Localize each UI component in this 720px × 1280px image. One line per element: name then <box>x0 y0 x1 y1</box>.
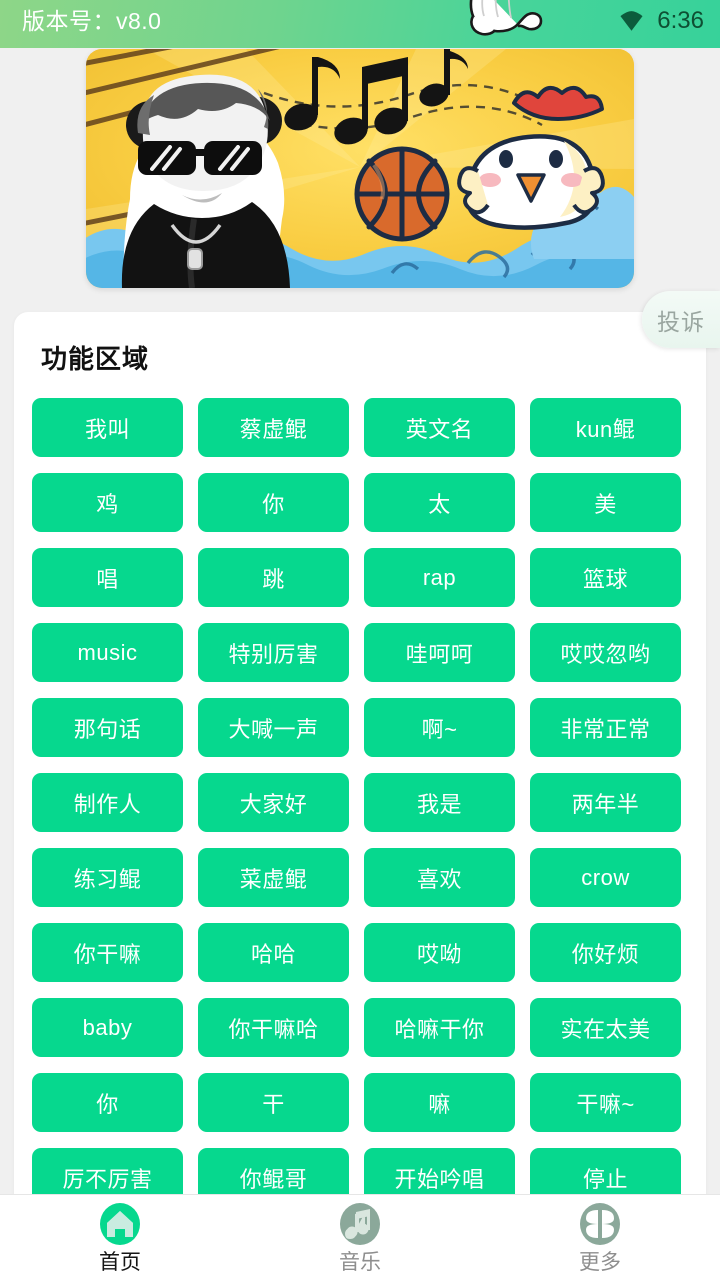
function-button[interactable]: 你好烦 <box>530 923 681 982</box>
function-button[interactable]: 你鲲哥 <box>198 1148 349 1194</box>
function-button[interactable]: 那句话 <box>32 698 183 757</box>
function-button[interactable]: 非常正常 <box>530 698 681 757</box>
function-button[interactable]: 实在太美 <box>530 998 681 1057</box>
function-button[interactable]: 哇呵呵 <box>364 623 515 682</box>
clock-label: 6:36 <box>657 7 704 34</box>
nav-label-music: 音乐 <box>339 1250 381 1274</box>
function-button[interactable]: crow <box>530 848 681 907</box>
nav-label-more: 更多 <box>579 1250 621 1274</box>
function-button[interactable]: 唱 <box>32 548 183 607</box>
banner-artwork <box>86 49 634 288</box>
version-label: 版本号：v8.0 <box>22 8 162 34</box>
function-button[interactable]: 跳 <box>198 548 349 607</box>
nav-label-home: 首页 <box>99 1250 141 1274</box>
function-button[interactable]: 哈哈 <box>198 923 349 982</box>
wifi-icon <box>620 10 643 31</box>
status-bar: 版本号：v8.0 6:36 <box>0 0 720 48</box>
function-button[interactable]: music <box>32 623 183 682</box>
function-button[interactable]: 制作人 <box>32 773 183 832</box>
function-button[interactable]: 开始吟唱 <box>364 1148 515 1194</box>
function-button[interactable]: 蔡虚鲲 <box>198 398 349 457</box>
function-button[interactable]: 你 <box>198 473 349 532</box>
function-button[interactable]: 两年半 <box>530 773 681 832</box>
function-button[interactable]: 哎哎忽哟 <box>530 623 681 682</box>
function-button[interactable]: 哈嘛干你 <box>364 998 515 1057</box>
nav-item-music[interactable]: 音乐 <box>240 1195 480 1280</box>
function-button[interactable]: 菜虚鲲 <box>198 848 349 907</box>
nav-item-more[interactable]: 更多 <box>480 1195 720 1280</box>
function-button[interactable]: 停止 <box>530 1148 681 1194</box>
status-bar-right: 6:36 <box>618 5 704 37</box>
promo-banner[interactable] <box>86 49 634 288</box>
home-icon <box>100 1202 140 1245</box>
function-button[interactable]: baby <box>32 998 183 1057</box>
function-button[interactable]: 你干嘛哈 <box>198 998 349 1057</box>
function-button[interactable]: 我叫 <box>32 398 183 457</box>
music-note-icon <box>340 1202 380 1245</box>
function-button[interactable]: 哎呦 <box>364 923 515 982</box>
function-button[interactable]: 你 <box>32 1073 183 1132</box>
bottom-navigation: 首页 音乐 更多 <box>0 1194 720 1280</box>
function-button-grid: 我叫 蔡虚鲲 英文名 kun鲲鸡你太美唱跳 rap 篮球 music 特别厉害 哇呵呵 哎哎忽哟那… <box>32 398 688 1194</box>
function-button[interactable]: 嘛 <box>364 1073 515 1132</box>
function-button[interactable]: 喜欢 <box>364 848 515 907</box>
function-button[interactable]: 英文名 <box>364 398 515 457</box>
function-button[interactable]: 大喊一声 <box>198 698 349 757</box>
function-button[interactable]: 啊~ <box>364 698 515 757</box>
function-button[interactable]: 干 <box>198 1073 349 1132</box>
function-button[interactable]: 你干嘛 <box>32 923 183 982</box>
grid-more-icon <box>580 1202 620 1245</box>
page-title: 功能区域 <box>41 344 150 374</box>
function-button[interactable]: 干嘛~ <box>530 1073 681 1132</box>
function-button[interactable]: kun鲲 <box>530 398 681 457</box>
function-button[interactable]: 我是 <box>364 773 515 832</box>
app-root: 版本号：v8.0 6:36 投诉 功能区域 我叫 蔡虚鲲 英文名 kun鲲 鸡 … <box>0 0 720 1280</box>
function-button[interactable]: rap <box>364 548 515 607</box>
cartoon-glove-icon <box>469 0 543 36</box>
function-button[interactable]: 特别厉害 <box>198 623 349 682</box>
function-button[interactable]: 美 <box>530 473 681 532</box>
complaint-button-label: 投诉 <box>657 308 705 335</box>
function-button[interactable]: 大家好 <box>198 773 349 832</box>
function-button[interactable]: 厉不厉害 <box>32 1148 183 1194</box>
function-button[interactable]: 鸡 <box>32 473 183 532</box>
function-area-card: 功能区域 我叫 蔡虚鲲 英文名 kun鲲鸡你太美唱跳 rap 篮球 music 特别厉害 哇呵呵… <box>14 312 706 1194</box>
function-button[interactable]: 太 <box>364 473 515 532</box>
nav-item-home[interactable]: 首页 <box>0 1195 240 1280</box>
function-button[interactable]: 练习鲲 <box>32 848 183 907</box>
complaint-button[interactable]: 投诉 <box>642 291 720 348</box>
function-button[interactable]: 篮球 <box>530 548 681 607</box>
